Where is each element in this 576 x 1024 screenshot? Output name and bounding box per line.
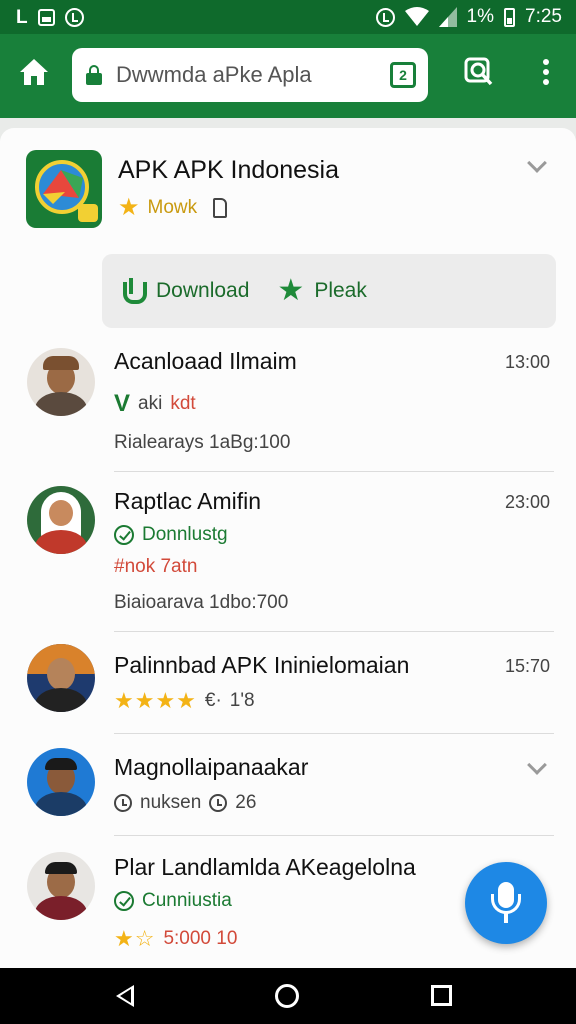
badge-icon — [78, 204, 98, 222]
avatar — [27, 748, 95, 816]
status-bar: L 1% 7:25 — [0, 0, 576, 34]
download-button[interactable]: Download — [120, 278, 249, 304]
star-icon: ★ — [118, 194, 140, 221]
browser-toolbar: Dwwmda aPke Apla 2 — [0, 34, 576, 118]
clock-icon — [209, 794, 228, 812]
item-title: Raptlac Amifin — [114, 488, 262, 514]
message-icon — [37, 8, 55, 26]
check-circle-icon — [114, 891, 134, 911]
battery-percent: 1% — [466, 6, 495, 27]
avatar — [27, 486, 95, 554]
wifi-icon — [404, 7, 429, 26]
divider — [114, 835, 554, 836]
item-time: 13:00 — [504, 352, 550, 372]
item-time: 23:00 — [504, 492, 550, 512]
item-tag: #nok 7atn — [114, 556, 198, 577]
divider — [114, 471, 554, 472]
list-item[interactable]: Raptlac Amifin 23:00 Donnlustg #nok 7atn… — [0, 484, 576, 634]
download-label: Download — [156, 279, 250, 302]
check-circle-icon — [114, 525, 134, 545]
app-title: APK APK Indonesia — [118, 156, 339, 184]
avatar — [27, 348, 95, 416]
item-rating: ★★★★ €· 1'8 — [114, 688, 255, 713]
download-icon — [120, 278, 147, 304]
pleak-button[interactable]: ★ Pleak — [277, 276, 366, 306]
item-status: Donnlustg — [114, 524, 228, 546]
system-nav-bar — [0, 968, 576, 1024]
divider — [114, 733, 554, 734]
item-meta: Rialearays 1aBg:100 — [114, 432, 291, 453]
chevron-down-icon[interactable] — [527, 755, 547, 775]
list-item[interactable]: Palinnbad APK Ininielomaian 15:70 ★★★★ €… — [0, 644, 576, 736]
status-right-icons: 1% 7:25 — [375, 6, 562, 28]
check-icon: V — [114, 390, 131, 417]
clock: 7:25 — [525, 6, 562, 27]
thumb-icon[interactable] — [213, 198, 228, 218]
content-card: APK APK Indonesia ★ Mowk Download ★ Plea… — [0, 128, 576, 968]
item-meta: Biaioarava 1dbo:700 — [114, 592, 289, 613]
recents-icon[interactable] — [431, 985, 452, 1006]
alarm-icon — [375, 7, 395, 27]
search-icon[interactable] — [463, 56, 495, 88]
status-left-icons: L — [16, 6, 84, 28]
item-time: 15:70 — [504, 656, 550, 676]
chevron-down-icon[interactable] — [527, 153, 547, 173]
item-title: Magnollaipanaakar — [114, 754, 309, 780]
item-title: Palinnbad APK Ininielomaian — [114, 652, 410, 678]
item-title: Plar Landlamlda AKeagelolna — [114, 854, 416, 880]
battery-icon — [504, 7, 516, 27]
home-circle-icon[interactable] — [275, 984, 299, 1008]
address-bar[interactable]: Dwwmda aPke Apla 2 — [72, 48, 428, 102]
sync-icon — [64, 7, 84, 27]
item-status: V aki kdt — [114, 390, 196, 417]
app-rating: ★ Mowk — [118, 194, 228, 221]
signal-icon — [438, 7, 457, 27]
notification-l-icon: L — [16, 6, 28, 28]
item-meta: nuksen 26 — [114, 792, 256, 814]
divider — [114, 631, 554, 632]
list-item[interactable]: Acanloaad Ilmaim 13:00 V aki kdt Rialear… — [0, 344, 576, 474]
list-item[interactable]: Magnollaipanaakar nuksen 26 — [0, 746, 576, 838]
back-icon[interactable] — [116, 985, 134, 1007]
avatar — [27, 852, 95, 920]
app-icon[interactable] — [26, 150, 102, 228]
item-rating: ★☆ 5:000 10 — [114, 926, 238, 951]
overflow-menu-icon[interactable] — [532, 56, 560, 88]
rating-stars: ★★★★ — [114, 688, 197, 713]
action-panel: Download ★ Pleak — [102, 254, 556, 328]
clock-icon — [114, 794, 132, 812]
rating-label: Mowk — [147, 197, 198, 218]
voice-search-button[interactable] — [465, 862, 547, 944]
tab-switcher-button[interactable]: 2 — [390, 62, 416, 88]
pleak-label: Pleak — [314, 279, 367, 302]
rating-stars: ★☆ — [114, 926, 156, 951]
avatar — [27, 644, 95, 712]
star-icon: ★ — [277, 274, 305, 307]
lock-icon — [86, 65, 102, 85]
url-text[interactable]: Dwwmda aPke Apla — [116, 62, 390, 88]
item-status: Cunniustia — [114, 890, 232, 912]
item-title: Acanloaad Ilmaim — [114, 348, 297, 374]
home-icon[interactable] — [18, 56, 50, 88]
